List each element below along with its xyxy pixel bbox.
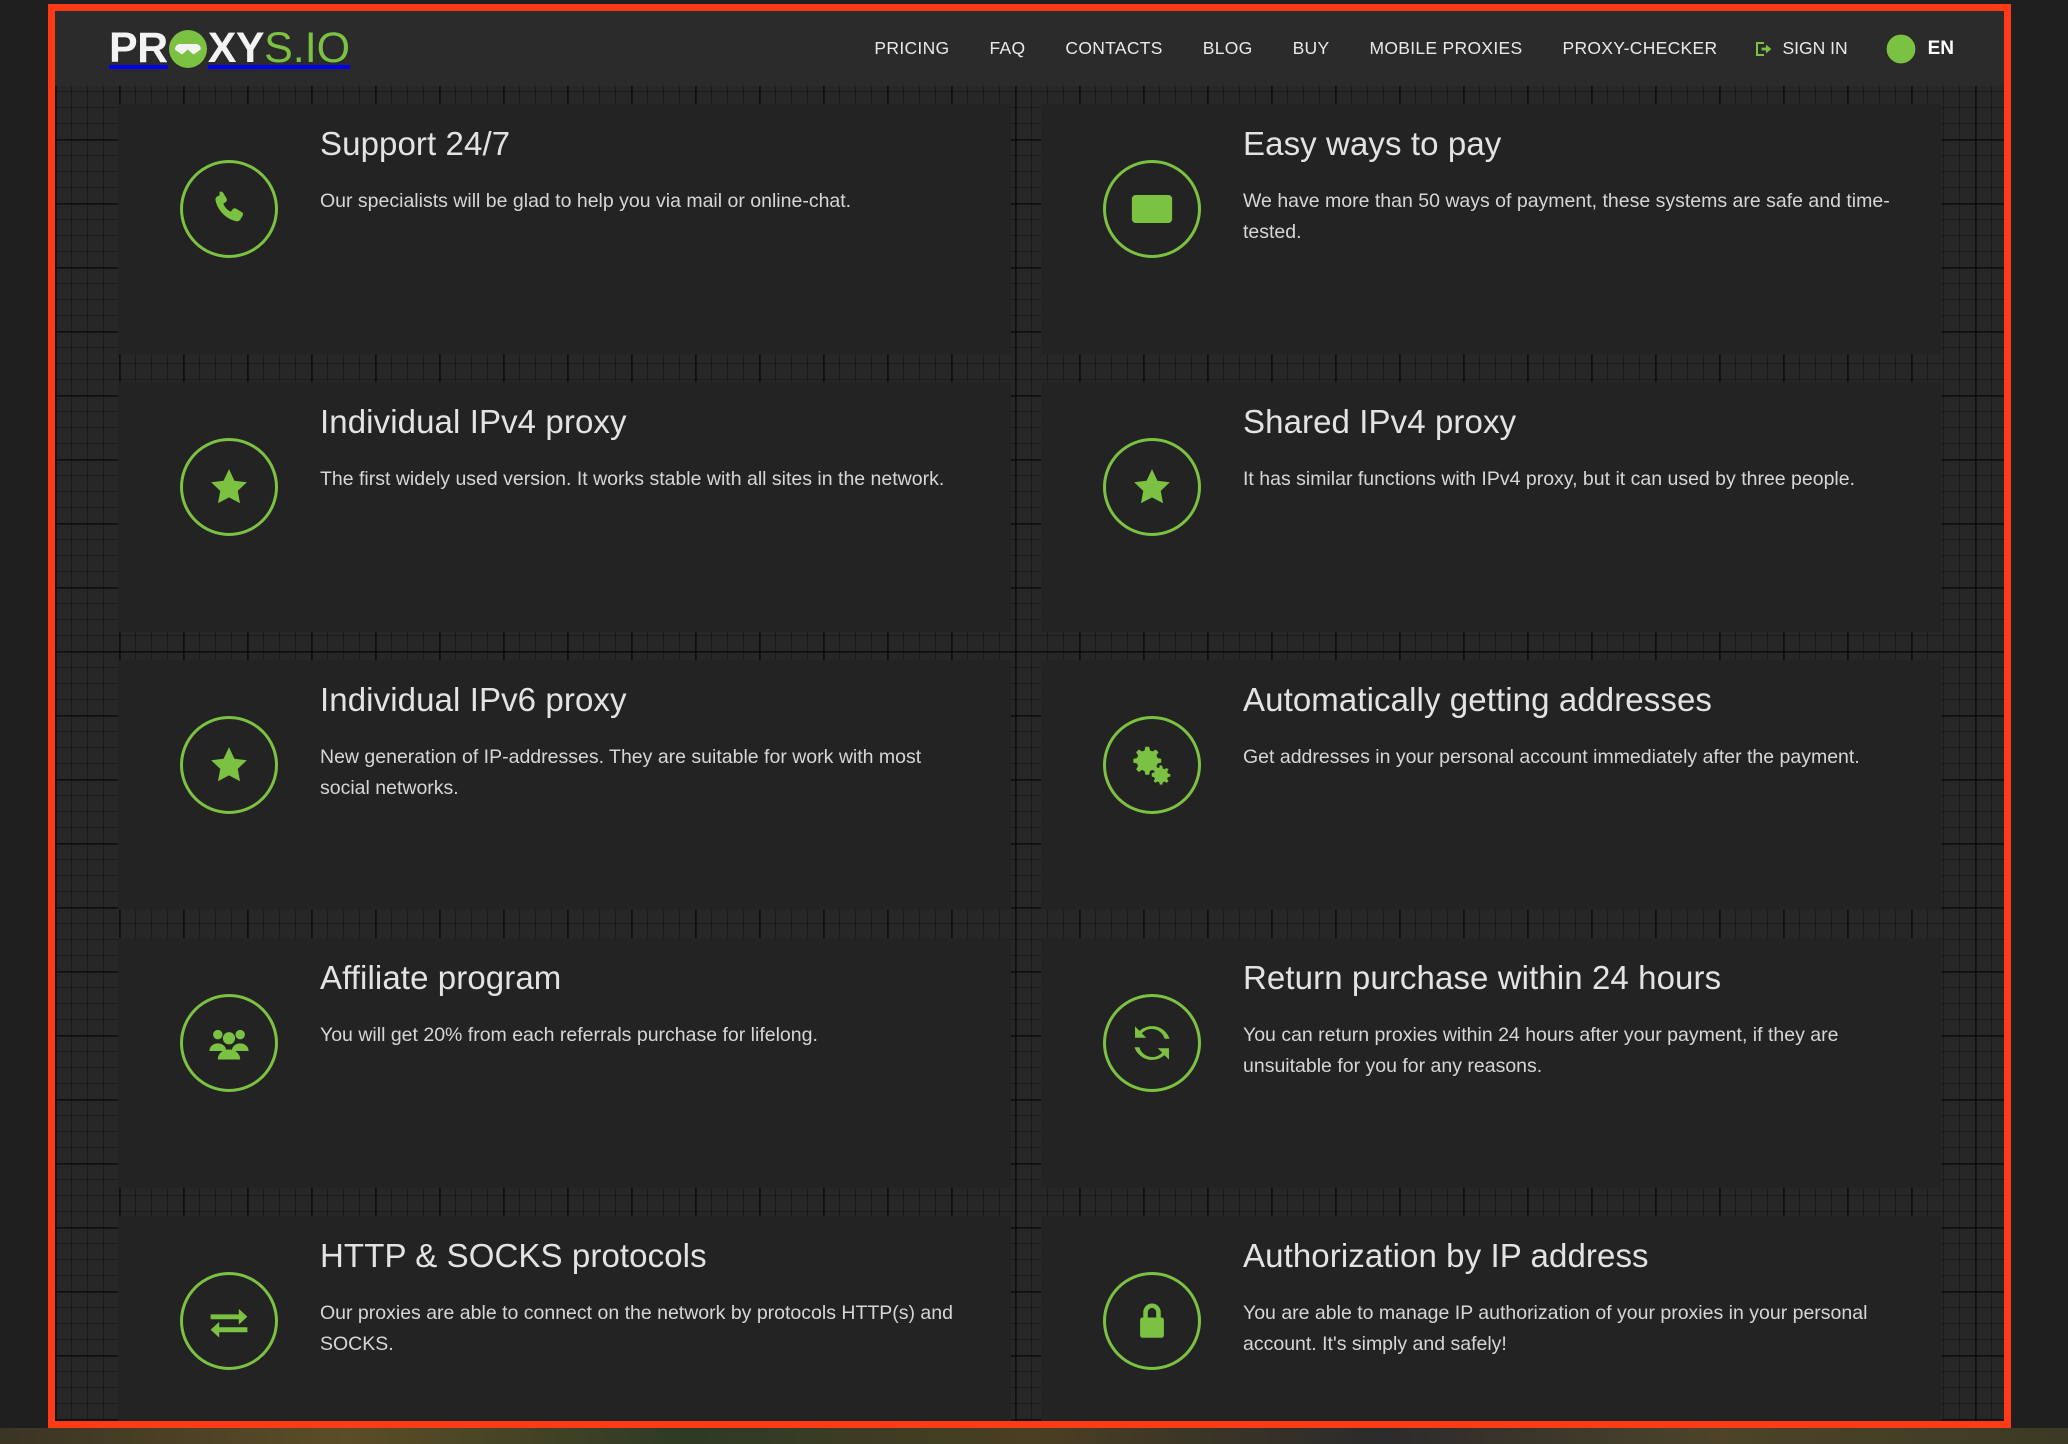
card-title: Individual IPv4 proxy bbox=[320, 403, 627, 440]
feature-card-payments[interactable]: Easy ways to pay We have more than 50 wa… bbox=[1041, 104, 1941, 354]
card-text: Return purchase within 24 hours You can … bbox=[1243, 958, 1933, 1083]
card-text: Easy ways to pay We have more than 50 wa… bbox=[1243, 124, 1933, 249]
card-description: You can return proxies within 24 hours a… bbox=[1243, 1023, 1839, 1078]
main-navigation: PRICING FAQ CONTACTS BLOG BUY MOBILE PRO… bbox=[854, 28, 1964, 70]
card-title: Support 24/7 bbox=[320, 125, 511, 162]
banknote-icon bbox=[1131, 188, 1173, 230]
feature-card-return-purchase[interactable]: Return purchase within 24 hours You can … bbox=[1041, 938, 1941, 1188]
site-logo[interactable]: PR XY S.IO bbox=[109, 27, 350, 70]
icon-circle bbox=[1103, 716, 1201, 814]
phone-icon bbox=[208, 188, 250, 230]
ninja-mask-icon bbox=[168, 29, 207, 68]
language-switcher[interactable]: EN bbox=[1864, 28, 1964, 70]
card-text: Automatically getting addresses Get addr… bbox=[1243, 680, 1900, 773]
nav-mobile-proxies[interactable]: MOBILE PROXIES bbox=[1349, 32, 1542, 65]
nav-pricing[interactable]: PRICING bbox=[854, 32, 969, 65]
star-icon bbox=[208, 466, 250, 508]
users-icon bbox=[208, 1022, 250, 1064]
card-text: HTTP & SOCKS protocols Our proxies are a… bbox=[320, 1236, 1000, 1361]
card-description: You will get 20% from each referrals pur… bbox=[320, 1023, 818, 1046]
card-title: Return purchase within 24 hours bbox=[1243, 959, 1722, 996]
logo-text-xy: XY bbox=[207, 24, 265, 72]
icon-circle bbox=[180, 994, 278, 1092]
card-description: You are able to manage IP authorization … bbox=[1243, 1301, 1868, 1356]
logo-text-sio: S.IO bbox=[264, 24, 351, 72]
card-description: New generation of IP-addresses. They are… bbox=[320, 745, 922, 800]
logo-text-pr: PR bbox=[109, 24, 168, 72]
exchange-arrows-icon bbox=[208, 1300, 250, 1342]
cogs-icon bbox=[1131, 744, 1173, 786]
globe-icon bbox=[1886, 34, 1916, 64]
nav-proxy-checker[interactable]: PROXY-CHECKER bbox=[1542, 32, 1737, 65]
features-grid: Support 24/7 Our specialists will be gla… bbox=[55, 86, 2004, 1421]
card-description: Our specialists will be glad to help you… bbox=[320, 189, 852, 212]
nav-blog[interactable]: BLOG bbox=[1183, 32, 1273, 65]
icon-circle bbox=[1103, 1272, 1201, 1370]
star-icon bbox=[208, 744, 250, 786]
feature-card-individual-ipv6[interactable]: Individual IPv6 proxy New generation of … bbox=[118, 660, 1011, 910]
sign-in-label: SIGN IN bbox=[1782, 38, 1848, 58]
card-title: Automatically getting addresses bbox=[1243, 681, 1713, 718]
sign-in-icon bbox=[1755, 39, 1775, 59]
screenshot-viewport: PR XY S.IO PRICING FAQ CONTACTS BLOG BUY… bbox=[0, 0, 2068, 1444]
feature-card-ip-authorization[interactable]: Authorization by IP address You are able… bbox=[1041, 1216, 1941, 1421]
card-text: Affiliate program You will get 20% from … bbox=[320, 958, 858, 1051]
nav-faq[interactable]: FAQ bbox=[969, 32, 1045, 65]
icon-circle bbox=[1103, 438, 1201, 536]
icon-circle bbox=[180, 1272, 278, 1370]
card-description: The first widely used version. It works … bbox=[320, 467, 945, 490]
feature-card-auto-addresses[interactable]: Automatically getting addresses Get addr… bbox=[1041, 660, 1941, 910]
nav-buy[interactable]: BUY bbox=[1273, 32, 1350, 65]
star-icon bbox=[1131, 466, 1173, 508]
feature-card-affiliate[interactable]: Affiliate program You will get 20% from … bbox=[118, 938, 1011, 1188]
card-title: Easy ways to pay bbox=[1243, 125, 1502, 162]
card-text: Individual IPv4 proxy The first widely u… bbox=[320, 402, 984, 495]
icon-circle bbox=[1103, 994, 1201, 1092]
lock-icon bbox=[1131, 1300, 1173, 1342]
icon-circle bbox=[180, 160, 278, 258]
feature-card-support[interactable]: Support 24/7 Our specialists will be gla… bbox=[118, 104, 1011, 354]
feature-card-individual-ipv4[interactable]: Individual IPv4 proxy The first widely u… bbox=[118, 382, 1011, 632]
card-text: Support 24/7 Our specialists will be gla… bbox=[320, 124, 891, 217]
refresh-icon bbox=[1131, 1022, 1173, 1064]
proxys-io-page: PR XY S.IO PRICING FAQ CONTACTS BLOG BUY… bbox=[55, 11, 2004, 1421]
card-title: Affiliate program bbox=[320, 959, 562, 996]
site-header: PR XY S.IO PRICING FAQ CONTACTS BLOG BUY… bbox=[55, 11, 2004, 86]
icon-circle bbox=[1103, 160, 1201, 258]
card-text: Individual IPv6 proxy New generation of … bbox=[320, 680, 1000, 805]
feature-card-shared-ipv4[interactable]: Shared IPv4 proxy It has similar functio… bbox=[1041, 382, 1941, 632]
card-text: Shared IPv4 proxy It has similar functio… bbox=[1243, 402, 1895, 495]
card-description: Get addresses in your personal account i… bbox=[1243, 745, 1860, 768]
icon-circle bbox=[180, 716, 278, 814]
card-description: Our proxies are able to connect on the n… bbox=[320, 1301, 953, 1356]
card-title: Shared IPv4 proxy bbox=[1243, 403, 1517, 440]
card-text: Authorization by IP address You are able… bbox=[1243, 1236, 1933, 1361]
card-description: We have more than 50 ways of payment, th… bbox=[1243, 189, 1890, 244]
icon-circle bbox=[180, 438, 278, 536]
nav-contacts[interactable]: CONTACTS bbox=[1045, 32, 1182, 65]
page-bottom-strip bbox=[0, 1428, 2068, 1444]
card-description: It has similar functions with IPv4 proxy… bbox=[1243, 467, 1856, 490]
language-label: EN bbox=[1927, 37, 1954, 59]
card-title: Authorization by IP address bbox=[1243, 1237, 1649, 1274]
sign-in-button[interactable]: SIGN IN bbox=[1737, 32, 1863, 65]
card-title: HTTP & SOCKS protocols bbox=[320, 1237, 707, 1274]
card-title: Individual IPv6 proxy bbox=[320, 681, 627, 718]
feature-card-http-socks[interactable]: HTTP & SOCKS protocols Our proxies are a… bbox=[118, 1216, 1011, 1421]
